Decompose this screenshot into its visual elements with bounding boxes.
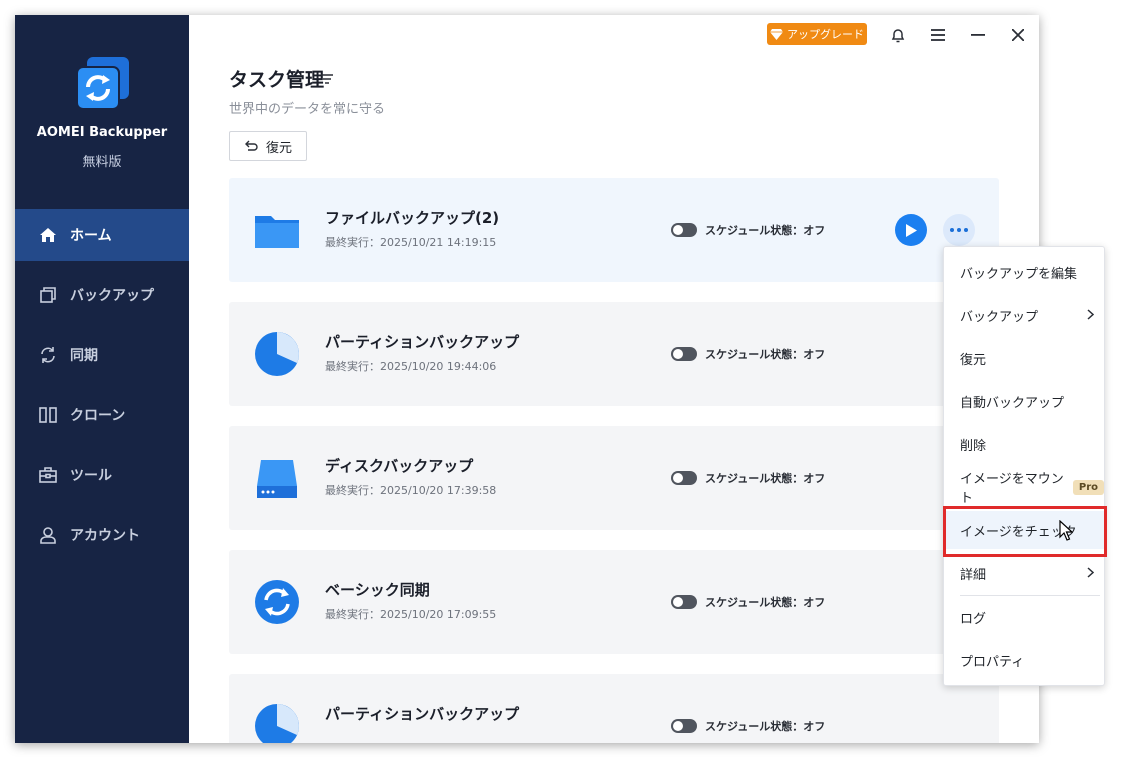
schedule-status: スケジュール状態：オフ <box>705 472 826 485</box>
sidebar-item-label: アカウント <box>70 528 140 544</box>
task-name: パーティションバックアップ <box>325 333 520 351</box>
diamond-icon <box>770 28 783 40</box>
pro-badge: Pro <box>1072 479 1104 495</box>
chevron-right-icon <box>1087 309 1094 320</box>
task-card[interactable]: ファイルバックアップ(2) 最終実行：2025/10/21 14:19:15 ス… <box>229 178 999 282</box>
folder-icon <box>253 206 301 254</box>
task-last-run: 最終実行：2025/10/21 14:19:15 <box>325 236 497 249</box>
menu-item-label: プロパティ <box>960 654 1025 670</box>
menu-item-log[interactable]: ログ <box>944 598 1104 636</box>
schedule-toggle[interactable] <box>671 719 697 733</box>
sync-icon <box>38 345 58 365</box>
sidebar-item-label: 同期 <box>70 348 98 364</box>
schedule-toggle[interactable] <box>671 595 697 609</box>
clone-icon <box>38 405 58 425</box>
account-icon <box>38 525 58 545</box>
run-button[interactable] <box>895 214 927 246</box>
task-name: ベーシック同期 <box>325 581 430 599</box>
partition-icon <box>253 330 301 378</box>
tools-icon <box>38 465 58 485</box>
schedule-status: スケジュール状態：オフ <box>705 224 826 237</box>
sidebar-item-tools[interactable]: ツール <box>15 449 189 501</box>
task-name: ディスクバックアップ <box>325 457 474 475</box>
menu-item-backup[interactable]: バックアップ <box>944 296 1104 334</box>
task-card[interactable]: パーティションバックアップ 最終実行：2025/10/20 19:44:06 ス… <box>229 302 999 406</box>
menu-item-details[interactable]: 詳細 <box>944 554 1104 592</box>
more-options-button[interactable] <box>943 214 975 246</box>
undo-icon <box>244 140 258 151</box>
upgrade-button[interactable]: アップグレード <box>767 23 867 45</box>
disk-icon <box>253 454 301 502</box>
menu-item-label: 復元 <box>960 352 987 368</box>
schedule-toggle[interactable] <box>671 223 697 237</box>
partition-icon <box>253 702 301 743</box>
context-menu: バックアップを編集 バックアップ 復元 自動バックアップ 削除 イメージをマウン… <box>943 246 1105 686</box>
task-name: パーティションバックアップ <box>325 705 520 723</box>
app-window: AOMEI Backupper 無料版 ホーム バックアップ 同期 クローン ツ… <box>15 15 1039 743</box>
menu-item-restore[interactable]: 復元 <box>944 339 1104 377</box>
menu-item-delete[interactable]: 削除 <box>944 425 1104 463</box>
schedule-toggle[interactable] <box>671 471 697 485</box>
menu-item-edit-backup[interactable]: バックアップを編集 <box>944 253 1104 291</box>
app-logo-icon <box>73 55 131 113</box>
filter-icon[interactable] <box>320 70 334 89</box>
menu-divider <box>960 595 1100 596</box>
notification-bell-icon[interactable] <box>886 23 910 47</box>
sidebar-item-label: ホーム <box>70 228 112 244</box>
play-icon <box>906 223 917 237</box>
minimize-icon[interactable] <box>966 23 990 47</box>
sync-task-icon <box>253 578 301 626</box>
restore-button[interactable]: 復元 <box>229 131 307 161</box>
sidebar-item-label: バックアップ <box>70 288 154 304</box>
menu-item-label: イメージをマウント <box>960 472 1064 506</box>
page-subtitle: 世界中のデータを常に守る <box>229 102 386 117</box>
sidebar-item-account[interactable]: アカウント <box>15 509 189 561</box>
task-last-run: 最終実行：2025/10/20 19:44:06 <box>325 360 497 373</box>
menu-item-check-image[interactable]: イメージをチェック <box>944 511 1104 549</box>
menu-item-label: 自動バックアップ <box>960 395 1065 411</box>
menu-item-label: バックアップ <box>960 309 1039 325</box>
upgrade-label: アップグレード <box>787 28 864 41</box>
close-icon[interactable] <box>1006 23 1030 47</box>
sidebar-item-backup[interactable]: バックアップ <box>15 269 189 321</box>
task-card[interactable]: パーティションバックアップ スケジュール状態：オフ <box>229 674 999 743</box>
menu-item-label: バックアップを編集 <box>960 266 1078 282</box>
sidebar-item-sync[interactable]: 同期 <box>15 329 189 381</box>
app-name: AOMEI Backupper <box>36 125 168 140</box>
restore-label: 復元 <box>265 140 292 156</box>
sidebar-nav: ホーム バックアップ 同期 クローン ツール アカウント <box>15 209 189 569</box>
menu-item-mount-image[interactable]: イメージをマウント Pro <box>944 468 1104 506</box>
menu-item-label: 削除 <box>960 438 987 454</box>
task-card[interactable]: ディスクバックアップ 最終実行：2025/10/20 17:39:58 スケジュ… <box>229 426 999 530</box>
sidebar: AOMEI Backupper 無料版 ホーム バックアップ 同期 クローン ツ… <box>15 15 189 743</box>
home-icon <box>38 225 58 245</box>
menu-item-label: ログ <box>960 611 987 627</box>
menu-item-properties[interactable]: プロパティ <box>944 641 1104 679</box>
backup-icon <box>38 285 58 305</box>
sidebar-item-clone[interactable]: クローン <box>15 389 189 441</box>
chevron-right-icon <box>1087 567 1094 578</box>
sidebar-item-label: ツール <box>70 468 112 484</box>
task-last-run: 最終実行：2025/10/20 17:09:55 <box>325 608 497 621</box>
menu-item-label: 詳細 <box>960 567 987 583</box>
menu-item-auto-backup[interactable]: 自動バックアップ <box>944 382 1104 420</box>
schedule-status: スケジュール状態：オフ <box>705 348 826 361</box>
task-card[interactable]: ベーシック同期 最終実行：2025/10/20 17:09:55 スケジュール状… <box>229 550 999 654</box>
schedule-status: スケジュール状態：オフ <box>705 596 826 609</box>
schedule-toggle[interactable] <box>671 347 697 361</box>
sidebar-item-home[interactable]: ホーム <box>15 209 189 261</box>
page-title: タスク管理 <box>229 69 325 91</box>
menu-hamburger-icon[interactable] <box>926 23 950 47</box>
task-name: ファイルバックアップ(2) <box>325 209 500 227</box>
schedule-status: スケジュール状態：オフ <box>705 720 826 733</box>
menu-item-label: イメージをチェック <box>960 524 1077 540</box>
task-last-run: 最終実行：2025/10/20 17:39:58 <box>325 484 497 497</box>
app-edition: 無料版 <box>82 155 122 170</box>
sidebar-item-label: クローン <box>70 408 126 424</box>
